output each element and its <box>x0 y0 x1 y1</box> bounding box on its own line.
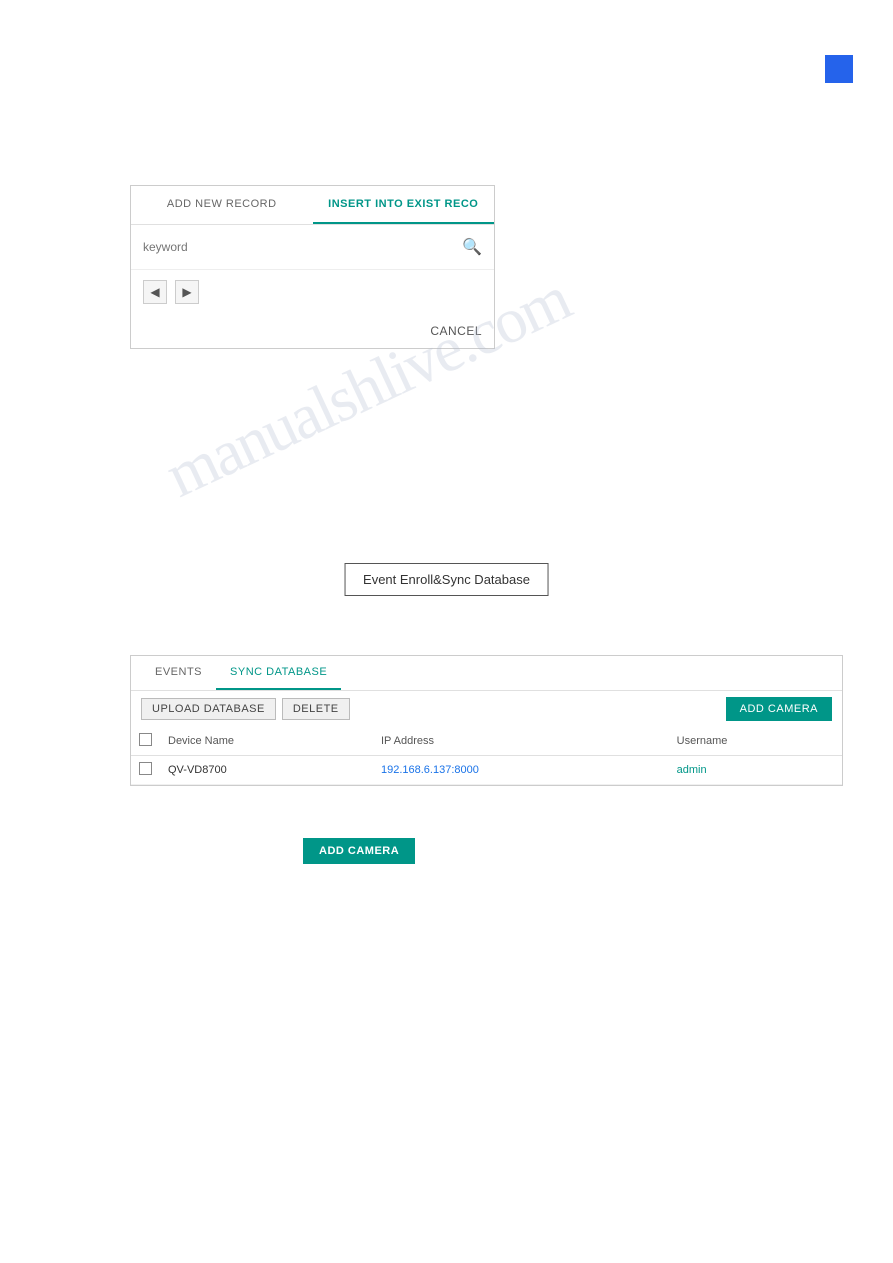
col-username: Username <box>669 727 842 756</box>
col-device-name: Device Name <box>160 727 373 756</box>
search-icon: 🔍 <box>462 237 482 257</box>
panel-tabs: EVENTS SYNC DATABASE <box>131 656 842 691</box>
tab-add-new-record[interactable]: ADD NEW RECORD <box>131 186 313 224</box>
ip-address-cell: 192.168.6.137:8000 <box>373 756 669 785</box>
add-camera-button-top[interactable]: ADD CAMERA <box>726 697 832 721</box>
header-checkbox[interactable] <box>139 733 152 746</box>
delete-button[interactable]: DELETE <box>282 698 350 720</box>
add-camera-below-container: ADD CAMERA <box>303 838 415 864</box>
search-area: 🔍 <box>131 225 494 270</box>
tab-sync-database[interactable]: SYNC DATABASE <box>216 656 341 690</box>
camera-table: Device Name IP Address Username QV-VD870… <box>131 727 842 785</box>
tab-insert-exist-record[interactable]: INSERT INTO EXIST RECO <box>313 186 495 224</box>
cancel-button[interactable]: CANCEL <box>430 324 482 338</box>
col-ip-address: IP Address <box>373 727 669 756</box>
table-toolbar: UPLOAD DATABASE DELETE ADD CAMERA <box>131 691 842 727</box>
next-page-button[interactable]: ▶ <box>175 280 199 304</box>
keyword-search-input[interactable] <box>143 240 462 254</box>
row-checkbox-cell <box>131 756 160 785</box>
col-checkbox <box>131 727 160 756</box>
dialog-footer: CANCEL <box>131 314 494 348</box>
upload-database-button[interactable]: UPLOAD DATABASE <box>141 698 276 720</box>
username-link[interactable]: admin <box>677 764 707 776</box>
device-name-cell: QV-VD8700 <box>160 756 373 785</box>
table-row: QV-VD8700 192.168.6.137:8000 admin <box>131 756 842 785</box>
section-title: Event Enroll&Sync Database <box>344 563 549 596</box>
tab-events[interactable]: EVENTS <box>141 656 216 690</box>
username-cell: admin <box>669 756 842 785</box>
sync-database-panel: EVENTS SYNC DATABASE UPLOAD DATABASE DEL… <box>130 655 843 786</box>
dialog-tabs: ADD NEW RECORD INSERT INTO EXIST RECO <box>131 186 494 225</box>
pagination-controls: ◀ ▶ <box>131 270 494 314</box>
insert-record-dialog: ADD NEW RECORD INSERT INTO EXIST RECO 🔍 … <box>130 185 495 349</box>
add-camera-below-button[interactable]: ADD CAMERA <box>303 838 415 864</box>
prev-page-button[interactable]: ◀ <box>143 280 167 304</box>
row-checkbox[interactable] <box>139 762 152 775</box>
blue-square-indicator <box>825 55 853 83</box>
ip-address-link[interactable]: 192.168.6.137:8000 <box>381 764 479 776</box>
